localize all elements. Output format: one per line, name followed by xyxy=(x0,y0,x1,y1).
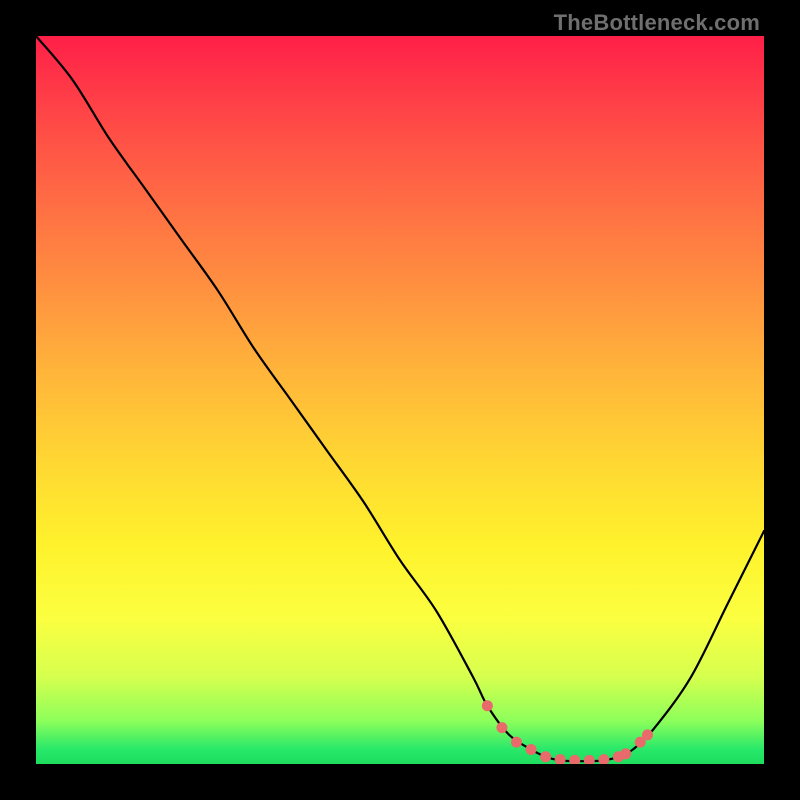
data-marker xyxy=(642,729,653,740)
data-marker xyxy=(584,755,595,764)
plot-area xyxy=(36,36,764,764)
data-marker xyxy=(555,754,566,764)
data-marker xyxy=(482,700,493,711)
bottleneck-curve xyxy=(36,36,764,761)
chart-container: TheBottleneck.com xyxy=(0,0,800,800)
data-marker xyxy=(620,748,631,759)
chart-svg xyxy=(36,36,764,764)
data-marker xyxy=(511,737,522,748)
data-marker xyxy=(540,751,551,762)
watermark-text: TheBottleneck.com xyxy=(554,10,760,36)
data-marker xyxy=(569,755,580,764)
data-marker xyxy=(526,744,537,755)
data-marker xyxy=(598,754,609,764)
data-marker xyxy=(496,722,507,733)
